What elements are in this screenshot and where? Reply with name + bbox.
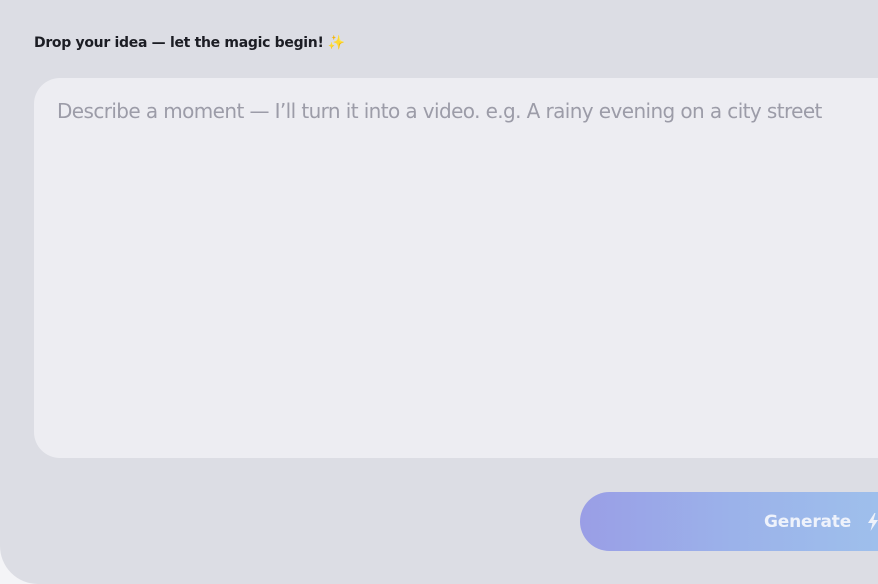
generate-button[interactable]: Generate	[580, 492, 878, 551]
prompt-form: Drop your idea — let the magic begin!✨ G…	[0, 0, 878, 584]
prompt-label-text: Drop your idea — let the magic begin!	[34, 35, 324, 51]
sparkle-icon: ✨	[327, 35, 345, 51]
prompt-textarea[interactable]	[57, 99, 878, 437]
prompt-input-container[interactable]	[34, 78, 878, 458]
prompt-label: Drop your idea — let the magic begin! ✨	[34, 35, 345, 51]
lightning-bolt-icon	[868, 512, 878, 531]
generate-button-label: Generate	[764, 511, 852, 532]
prompt-panel: Drop your idea — let the magic begin!✨ G…	[0, 0, 878, 584]
